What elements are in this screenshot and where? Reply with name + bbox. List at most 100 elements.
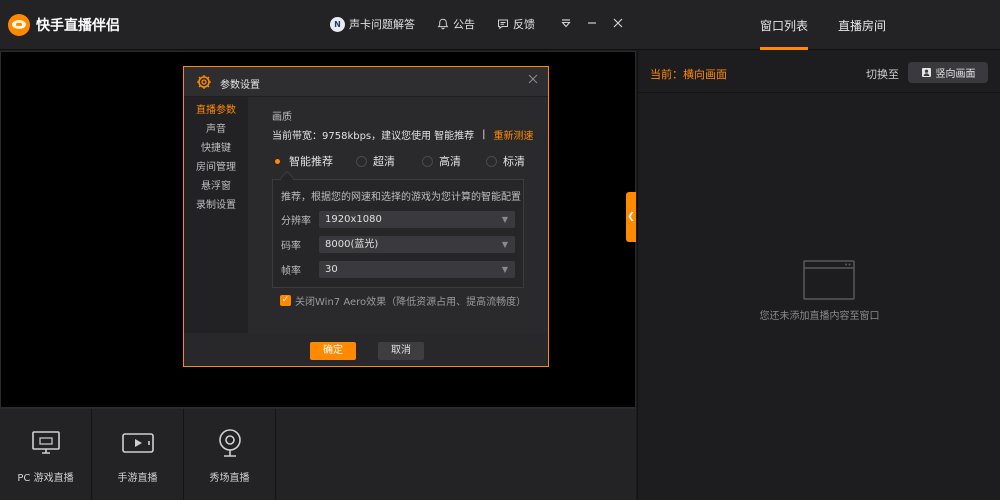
resolution-select[interactable]: 1920x1080 ▼ bbox=[319, 211, 515, 228]
kuaishou-logo-icon bbox=[8, 14, 30, 36]
app-title: 快手直播伴侣 bbox=[36, 18, 120, 34]
app-logo: 快手直播伴侣 bbox=[8, 14, 120, 36]
announcement-label: 公告 bbox=[453, 18, 475, 31]
mode-label: PC 游戏直播 bbox=[17, 472, 74, 484]
chevron-down-icon: ▼ bbox=[501, 265, 508, 274]
phone-landscape-icon bbox=[121, 432, 154, 453]
quality-option-standard[interactable]: 标清 bbox=[486, 153, 525, 169]
settings-content: 画质 当前带宽：9758kbps，建议您使用 智能推荐 | 重新测速 智能推荐 … bbox=[248, 97, 548, 333]
tab-live-room[interactable]: 直播房间 bbox=[838, 0, 886, 50]
tab-window-list[interactable]: 窗口列表 bbox=[760, 0, 809, 50]
mode-pc-game-live[interactable]: PC 游戏直播 bbox=[0, 409, 92, 500]
settings-dialog: 参数设置 直播参数 声音 快捷键 房间管理 悬浮窗 录制设置 画质 当前带宽：9… bbox=[183, 66, 549, 367]
portrait-screen-icon bbox=[921, 68, 931, 77]
radio-icon bbox=[486, 155, 497, 167]
mode-label: 手游直播 bbox=[117, 472, 158, 484]
bandwidth-recommend: 智能推荐 bbox=[434, 131, 475, 142]
monitor-icon bbox=[31, 430, 60, 454]
framerate-select[interactable]: 30 ▼ bbox=[319, 261, 515, 278]
quality-option-label: 高清 bbox=[439, 155, 461, 168]
switch-to-label: 切换至 bbox=[866, 68, 899, 81]
nav-item-hotkeys[interactable]: 快捷键 bbox=[184, 139, 248, 158]
webcam-icon bbox=[218, 428, 241, 457]
recommendation-box: 推荐，根据您的网速和选择的游戏为您计算的智能配置 分辨率 1920x1080 ▼… bbox=[272, 179, 524, 288]
top-actions: N 声卡问题解答 公告 反馈 bbox=[330, 16, 557, 32]
quality-options: 智能推荐 超清 高清 标清 bbox=[272, 153, 525, 169]
retest-speed-link[interactable]: 重新测速 bbox=[494, 127, 534, 142]
help-badge-icon: N bbox=[330, 16, 345, 32]
radio-icon bbox=[356, 155, 367, 167]
confirm-button[interactable]: 确定 bbox=[310, 342, 356, 360]
bitrate-field: 码率 8000(蓝光) ▼ bbox=[281, 236, 515, 253]
framerate-field: 帧率 30 ▼ bbox=[281, 261, 515, 278]
empty-window-icon bbox=[803, 260, 855, 300]
quality-option-label: 标清 bbox=[503, 155, 525, 168]
mode-mobile-game-live[interactable]: 手游直播 bbox=[92, 409, 184, 500]
settings-nav: 直播参数 声音 快捷键 房间管理 悬浮窗 录制设置 bbox=[184, 97, 248, 333]
nav-item-floating-window[interactable]: 悬浮窗 bbox=[184, 177, 248, 196]
cancel-button[interactable]: 取消 bbox=[378, 342, 424, 360]
dialog-footer: 确定 取消 bbox=[184, 333, 548, 366]
window-controls bbox=[552, 15, 630, 35]
nav-item-recording-settings[interactable]: 录制设置 bbox=[184, 196, 248, 215]
minimize-icon bbox=[588, 22, 596, 24]
resolution-value: 1920x1080 bbox=[325, 214, 382, 225]
feedback-icon bbox=[498, 19, 508, 30]
aero-label: 关闭Win7 Aero效果（降低资源占用、提高流畅度） bbox=[295, 297, 527, 308]
mode-show-live[interactable]: 秀场直播 bbox=[184, 409, 276, 500]
live-mode-bar: PC 游戏直播 手游直播 秀场直播 bbox=[0, 408, 636, 500]
dropdown-menu-icon bbox=[561, 19, 571, 28]
bandwidth-separator: | bbox=[482, 129, 486, 140]
close-button[interactable] bbox=[606, 15, 630, 35]
quality-option-ultra[interactable]: 超清 bbox=[356, 153, 422, 169]
mode-label: 秀场直播 bbox=[209, 472, 250, 484]
sound-card-help-button[interactable]: N 声卡问题解答 bbox=[330, 16, 415, 32]
recommendation-text: 推荐，根据您的网速和选择的游戏为您计算的智能配置 bbox=[281, 192, 521, 203]
feedback-label: 反馈 bbox=[513, 18, 535, 31]
gear-icon bbox=[197, 75, 211, 89]
feedback-button[interactable]: 反馈 bbox=[497, 16, 535, 32]
top-bar: 快手直播伴侣 N 声卡问题解答 公告 反馈 窗口列表 直播房间 bbox=[0, 0, 1000, 50]
panel-collapse-toggle[interactable]: ❮ bbox=[626, 192, 636, 242]
radio-icon bbox=[422, 155, 433, 167]
radio-selected-icon bbox=[272, 156, 283, 167]
quality-option-label: 智能推荐 bbox=[289, 155, 333, 168]
right-panel-tabs: 窗口列表 直播房间 bbox=[760, 0, 916, 50]
current-orientation: 当前：横向画面 bbox=[650, 68, 727, 81]
quality-option-high[interactable]: 高清 bbox=[422, 153, 486, 169]
bitrate-value: 8000(蓝光) bbox=[325, 239, 379, 250]
bitrate-label: 码率 bbox=[281, 241, 301, 252]
framerate-value: 30 bbox=[325, 264, 338, 275]
close-icon bbox=[528, 74, 538, 84]
aero-option[interactable]: ✓ 关闭Win7 Aero效果（降低资源占用、提高流畅度） bbox=[280, 293, 526, 308]
bandwidth-info: 当前带宽：9758kbps，建议您使用 智能推荐 | 重新测速 bbox=[272, 127, 534, 142]
quality-option-label: 超清 bbox=[373, 155, 395, 168]
dialog-close-button[interactable] bbox=[528, 73, 538, 88]
nav-item-room-management[interactable]: 房间管理 bbox=[184, 158, 248, 177]
switch-portrait-button[interactable]: 竖向画面 bbox=[908, 62, 988, 83]
minimize-button[interactable] bbox=[580, 15, 604, 35]
nav-item-sound[interactable]: 声音 bbox=[184, 120, 248, 139]
chevron-left-icon: ❮ bbox=[627, 212, 635, 222]
dialog-header: 参数设置 bbox=[184, 67, 548, 97]
resolution-field: 分辨率 1920x1080 ▼ bbox=[281, 211, 515, 228]
chevron-down-icon: ▼ bbox=[501, 240, 508, 249]
framerate-label: 帧率 bbox=[281, 266, 301, 277]
dialog-title: 参数设置 bbox=[220, 80, 260, 91]
orientation-header: 当前：横向画面 切换至 竖向画面 bbox=[638, 51, 1000, 93]
announcement-button[interactable]: 公告 bbox=[437, 16, 475, 32]
chevron-down-icon: ▼ bbox=[501, 215, 508, 224]
menu-dropdown-button[interactable] bbox=[554, 15, 578, 35]
quality-option-smart[interactable]: 智能推荐 bbox=[272, 153, 356, 169]
app-window: 快手直播伴侣 N 声卡问题解答 公告 反馈 窗口列表 直播房间 ❮ PC 游戏直… bbox=[0, 0, 1000, 500]
switch-portrait-label: 竖向画面 bbox=[935, 69, 976, 80]
close-icon bbox=[613, 18, 623, 28]
empty-state-text: 您还未添加直播内容至窗口 bbox=[759, 311, 880, 322]
bitrate-select[interactable]: 8000(蓝光) ▼ bbox=[319, 236, 515, 253]
bandwidth-text: 当前带宽：9758kbps，建议您使用 bbox=[272, 131, 432, 142]
bell-icon bbox=[437, 18, 449, 30]
resolution-label: 分辨率 bbox=[281, 216, 311, 227]
checkbox-checked-icon[interactable]: ✓ bbox=[280, 295, 291, 306]
nav-item-live-params[interactable]: 直播参数 bbox=[184, 101, 248, 120]
sound-card-help-label: 声卡问题解答 bbox=[349, 18, 415, 31]
